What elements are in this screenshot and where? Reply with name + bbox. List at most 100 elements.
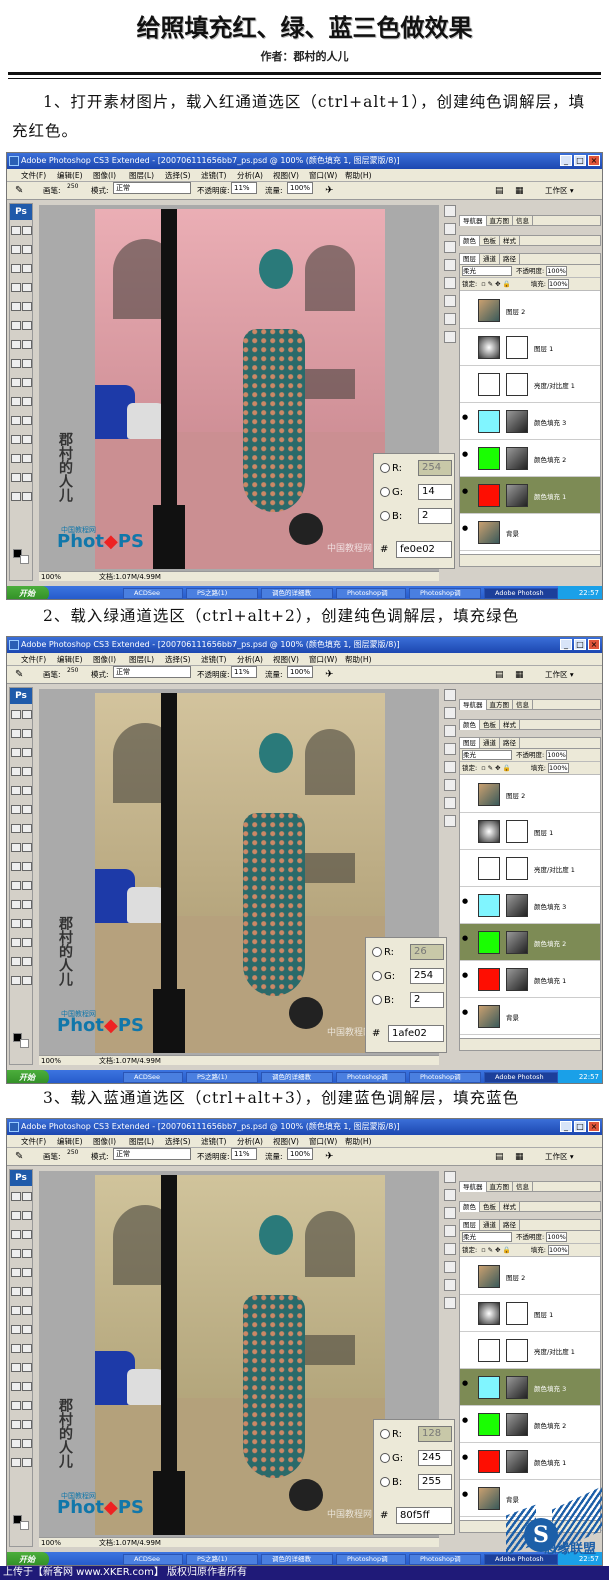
tool-button[interactable]	[11, 729, 21, 738]
menu-item[interactable]: 图层(L)	[129, 653, 154, 666]
bridge-icon[interactable]: ▦	[515, 666, 524, 684]
panel-icon[interactable]	[444, 313, 456, 325]
panel-tab[interactable]: 通道	[480, 738, 500, 748]
visibility-eye-icon[interactable]: ●	[462, 1453, 470, 1461]
tool-button[interactable]	[11, 245, 21, 254]
fill-value[interactable]: 100%	[548, 279, 569, 289]
opacity-input[interactable]: 11%	[231, 666, 257, 678]
tool-button[interactable]	[11, 378, 21, 387]
green-value-field[interactable]: 254	[410, 968, 444, 984]
panel-icon[interactable]	[444, 815, 456, 827]
panel-tab[interactable]: 直方图	[487, 1182, 513, 1192]
panel-icon[interactable]	[444, 331, 456, 343]
menu-item[interactable]: 选择(S)	[165, 653, 191, 666]
lock-icons[interactable]: ▫ ✎ ✥ 🔒	[481, 280, 511, 288]
panel-tab[interactable]: 路径	[500, 738, 520, 748]
panel-tab[interactable]: 直方图	[487, 216, 513, 226]
zoom-level[interactable]: 100%	[41, 1056, 61, 1066]
menu-item[interactable]: 视图(V)	[273, 1135, 299, 1148]
menu-item[interactable]: 帮助(H)	[345, 1135, 372, 1148]
panel-icon[interactable]	[444, 1243, 456, 1255]
visibility-eye-icon[interactable]: ●	[462, 450, 470, 458]
menu-item[interactable]: 帮助(H)	[345, 653, 372, 666]
hex-value-field[interactable]: fe0e02	[396, 541, 452, 558]
tool-button[interactable]	[22, 824, 32, 833]
start-button[interactable]: 开始	[7, 586, 49, 599]
taskbar-item[interactable]: PS之路(1)	[186, 588, 258, 599]
tool-button[interactable]	[11, 1325, 21, 1334]
taskbar-item[interactable]: ACDSee	[123, 1554, 183, 1565]
layer-row[interactable]: ● 背景	[460, 514, 600, 551]
tool-button[interactable]	[11, 1249, 21, 1258]
panel-tab[interactable]: 图层	[460, 254, 480, 264]
panel-tab[interactable]: 图层	[460, 1220, 480, 1230]
menu-item[interactable]: 图像(I)	[93, 1135, 116, 1148]
maximize-button[interactable]: □	[574, 155, 586, 166]
tool-button[interactable]	[22, 1325, 32, 1334]
brush-tool-icon[interactable]: ✎	[15, 666, 23, 684]
blend-mode-select[interactable]: 柔光	[462, 1232, 512, 1242]
panel-tab[interactable]: 路径	[500, 254, 520, 264]
panel-tab[interactable]: 通道	[480, 1220, 500, 1230]
tool-button[interactable]	[22, 1382, 32, 1391]
menu-item[interactable]: 文件(F)	[21, 1135, 46, 1148]
taskbar-item[interactable]: Adobe Photosh	[484, 588, 558, 599]
taskbar-item[interactable]: Photoshop调	[409, 1072, 481, 1083]
minimize-button[interactable]: _	[560, 639, 572, 650]
tool-button[interactable]	[11, 748, 21, 757]
visibility-eye-icon[interactable]	[462, 786, 470, 794]
layer-row[interactable]: 图层 2	[460, 776, 600, 813]
panel-tab[interactable]: 直方图	[487, 700, 513, 710]
blue-value-field[interactable]: 2	[410, 992, 444, 1008]
flow-input[interactable]: 100%	[287, 182, 313, 194]
layer-row[interactable]: ● 颜色填充 1	[460, 1443, 600, 1480]
tool-button[interactable]	[22, 454, 32, 463]
visibility-eye-icon[interactable]: ●	[462, 524, 470, 532]
layer-row[interactable]: 图层 1	[460, 1295, 600, 1332]
menu-item[interactable]: 滤镜(T)	[201, 1135, 226, 1148]
layer-row[interactable]: 亮度/对比度 1	[460, 366, 600, 403]
taskbar-item[interactable]: 调色的详细教	[261, 1554, 333, 1565]
opacity-input[interactable]: 11%	[231, 1148, 257, 1160]
tool-button[interactable]	[22, 976, 32, 985]
brush-size[interactable]: 250	[67, 178, 78, 196]
tool-button[interactable]	[11, 786, 21, 795]
palette-well-icon[interactable]: ▤	[495, 182, 504, 200]
tool-button[interactable]	[11, 881, 21, 890]
background-color-swatch[interactable]	[20, 555, 29, 564]
visibility-eye-icon[interactable]	[462, 1268, 470, 1276]
tool-button[interactable]	[11, 767, 21, 776]
taskbar-item[interactable]: Photoshop调	[409, 588, 481, 599]
panel-icon[interactable]	[444, 205, 456, 217]
workspace-menu[interactable]: 工作区 ▾	[545, 1148, 574, 1166]
panel-icon[interactable]	[444, 761, 456, 773]
tool-button[interactable]	[22, 1458, 32, 1467]
taskbar-item[interactable]: ACDSee	[123, 588, 183, 599]
tool-button[interactable]	[11, 1344, 21, 1353]
panel-tab[interactable]: 路径	[500, 1220, 520, 1230]
panel-icon[interactable]	[444, 779, 456, 791]
blue-value-field[interactable]: 255	[418, 1474, 452, 1490]
tool-button[interactable]	[22, 397, 32, 406]
taskbar-item[interactable]: 调色的详细教	[261, 1072, 333, 1083]
tool-button[interactable]	[22, 767, 32, 776]
panel-icon[interactable]	[444, 707, 456, 719]
airbrush-icon[interactable]: ✈	[325, 182, 333, 200]
tool-button[interactable]	[22, 710, 32, 719]
tool-button[interactable]	[11, 1268, 21, 1277]
panel-icon[interactable]	[444, 743, 456, 755]
taskbar-item[interactable]: Photoshop调	[409, 1554, 481, 1565]
panel-icon[interactable]	[444, 1279, 456, 1291]
tool-button[interactable]	[22, 245, 32, 254]
tool-button[interactable]	[22, 805, 32, 814]
layer-row[interactable]: ● 背景	[460, 998, 600, 1035]
layer-row[interactable]: ● 颜色填充 3	[460, 887, 600, 924]
tool-button[interactable]	[22, 1268, 32, 1277]
tool-button[interactable]	[11, 862, 21, 871]
layer-row[interactable]: 亮度/对比度 1	[460, 850, 600, 887]
panel-icon[interactable]	[444, 1207, 456, 1219]
menu-item[interactable]: 帮助(H)	[345, 169, 372, 182]
panel-tab[interactable]: 信息	[513, 216, 533, 226]
panel-tab[interactable]: 信息	[513, 700, 533, 710]
tool-button[interactable]	[22, 226, 32, 235]
